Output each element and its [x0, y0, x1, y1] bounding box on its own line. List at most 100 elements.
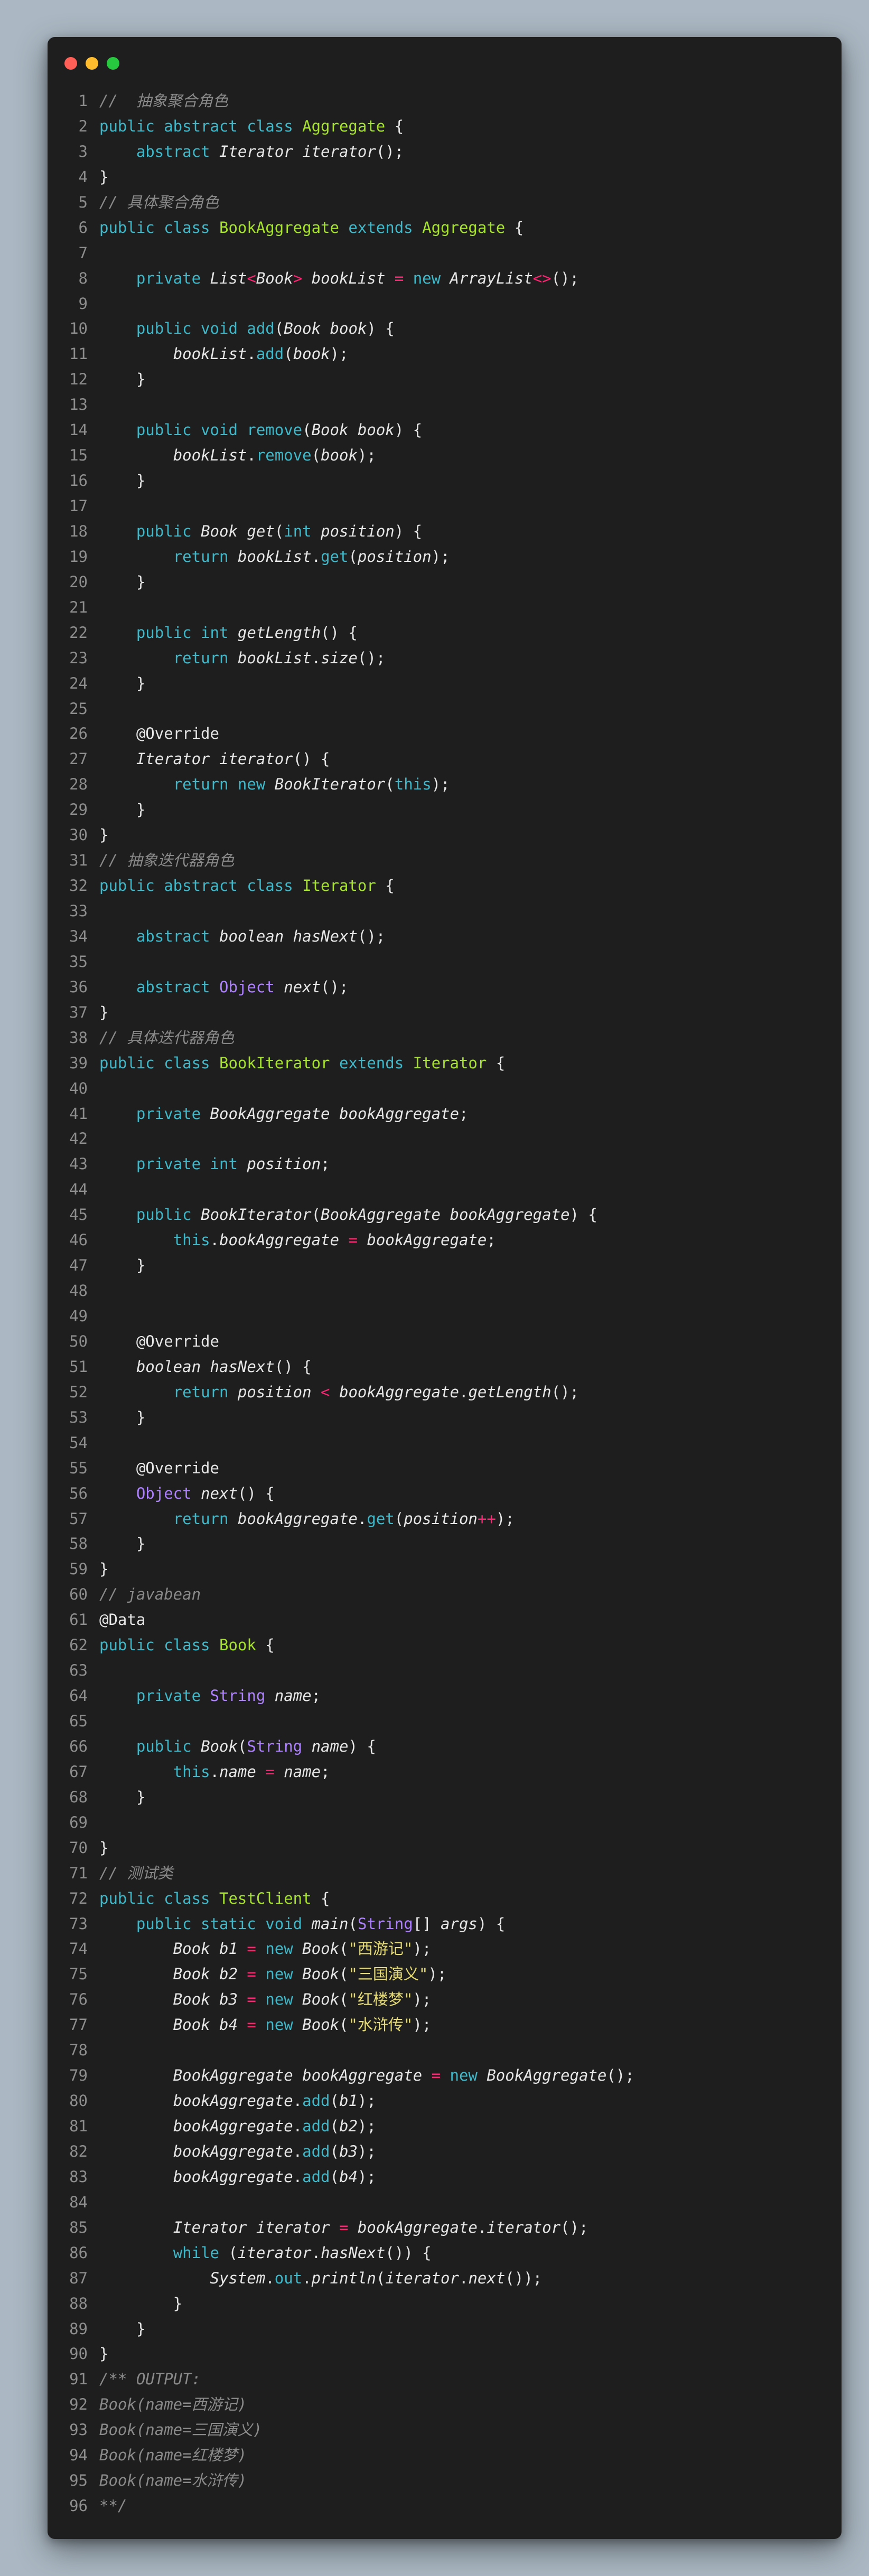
code-token: );	[431, 547, 450, 566]
line-source: this.name = name;	[99, 1760, 842, 1785]
line-number: 46	[69, 1231, 88, 1249]
line-number: 74	[69, 1940, 88, 1958]
code-token: }	[99, 674, 146, 692]
line-number: 19	[69, 547, 88, 566]
code-line: 20 }	[48, 570, 842, 595]
line-source: private int position;	[99, 1152, 842, 1177]
code-token: {	[505, 218, 524, 237]
code-token: name	[284, 1762, 321, 1781]
line-number: 55	[69, 1459, 88, 1477]
line-source: }	[99, 570, 842, 595]
line-number: 91	[69, 2370, 88, 2389]
line-number: 33	[69, 902, 88, 920]
code-token: bookList	[237, 648, 312, 667]
line-number: 27	[69, 750, 88, 768]
code-token: .	[357, 1509, 367, 1528]
code-token: (	[339, 1965, 349, 1983]
code-token: }	[99, 1838, 109, 1857]
line-source: Book(name=水浒传)	[99, 2468, 842, 2494]
code-token: }	[99, 2345, 109, 2363]
code-block[interactable]: 1 // 抽象聚合角色 2 public abstract class Aggrega…	[48, 89, 842, 2519]
code-token: get	[367, 1509, 395, 1528]
line-number: 76	[69, 1990, 88, 2009]
code-token: public class	[99, 1889, 219, 1907]
code-line: 90}	[48, 2342, 842, 2367]
line-number: 61	[69, 1611, 88, 1629]
code-token: add	[302, 2142, 330, 2160]
code-token: get	[247, 522, 275, 540]
line-number: 68	[69, 1788, 88, 1806]
code-token: ) {	[394, 421, 423, 439]
line-number: 67	[69, 1762, 88, 1781]
code-token: // 抽象聚合角色	[99, 92, 228, 110]
line-number: 43	[69, 1155, 88, 1173]
code-token: // 具体迭代器角色	[99, 1028, 235, 1047]
maximize-dot-icon[interactable]	[107, 57, 119, 70]
line-source: Book b2 = new Book("三国演义");	[99, 1962, 842, 1987]
code-token: }	[99, 1408, 146, 1426]
code-token: (	[330, 2142, 339, 2160]
code-token: Book	[284, 319, 330, 338]
code-token: Book(name=三国演义)	[99, 2421, 263, 2439]
line-source: // 抽象迭代器角色	[99, 848, 842, 873]
code-token: =	[339, 1231, 367, 1249]
line-source: abstract boolean hasNext();	[99, 924, 842, 949]
code-token: =	[237, 1965, 266, 1983]
line-number: 31	[69, 851, 88, 870]
code-token: // javabean	[99, 1585, 201, 1604]
code-token: position	[404, 1509, 478, 1528]
line-source: @Override	[99, 1329, 842, 1355]
code-token: b2	[219, 1965, 238, 1983]
code-token: Book	[302, 1940, 339, 1958]
code-line: 74 Book b1 = new Book("西游记");	[48, 1936, 842, 1962]
line-source: }	[99, 367, 842, 392]
minimize-dot-icon[interactable]	[86, 57, 98, 70]
line-source: }	[99, 1836, 842, 1861]
code-token: }	[99, 1256, 146, 1275]
code-token: System	[210, 2269, 266, 2287]
line-number: 66	[69, 1737, 88, 1755]
code-token: ();	[376, 142, 404, 161]
code-line: 24 }	[48, 671, 842, 697]
code-line: 19 return bookList.get(position);	[48, 544, 842, 570]
code-token: {	[487, 1054, 506, 1072]
code-token: ) {	[367, 319, 395, 338]
line-source: Book b1 = new Book("西游记");	[99, 1936, 842, 1962]
line-source: public int getLength() {	[99, 621, 842, 646]
code-token: "水浒传"	[348, 2016, 413, 2034]
code-line: 92 Book(name=西游记)	[48, 2392, 842, 2418]
line-number: 25	[69, 699, 88, 718]
line-source	[99, 1177, 842, 1202]
code-token: bookAggregate	[450, 1206, 570, 1224]
code-token: position	[237, 1383, 312, 1401]
line-number: 77	[69, 2016, 88, 2034]
code-token: (	[284, 345, 293, 363]
code-token: public abstract class	[99, 877, 303, 895]
line-number: 82	[69, 2142, 88, 2160]
code-token: =	[237, 2016, 266, 2034]
line-number: 93	[69, 2421, 88, 2439]
code-line: 28 return new BookIterator(this);	[48, 772, 842, 797]
line-number: 9	[78, 294, 88, 313]
line-source: }	[99, 671, 842, 697]
code-token: Book	[173, 2016, 219, 2034]
code-token: book	[330, 319, 367, 338]
line-number: 70	[69, 1838, 88, 1857]
code-token: ();	[357, 648, 386, 667]
code-token: (	[376, 2269, 386, 2287]
code-line: 76 Book b3 = new Book("红楼梦");	[48, 1987, 842, 2013]
code-token: b1	[219, 1940, 238, 1958]
code-token: b3	[339, 2142, 358, 2160]
code-line: 63	[48, 1658, 842, 1684]
line-source	[99, 899, 842, 924]
code-token: .	[311, 648, 321, 667]
code-token: iterator	[302, 142, 376, 161]
code-token: return	[173, 547, 238, 566]
line-number: 90	[69, 2345, 88, 2363]
code-line: 16 }	[48, 468, 842, 494]
code-token: @Override	[136, 1332, 219, 1350]
line-number: 59	[69, 1560, 88, 1578]
line-source: }	[99, 2342, 842, 2367]
close-dot-icon[interactable]	[64, 57, 77, 70]
